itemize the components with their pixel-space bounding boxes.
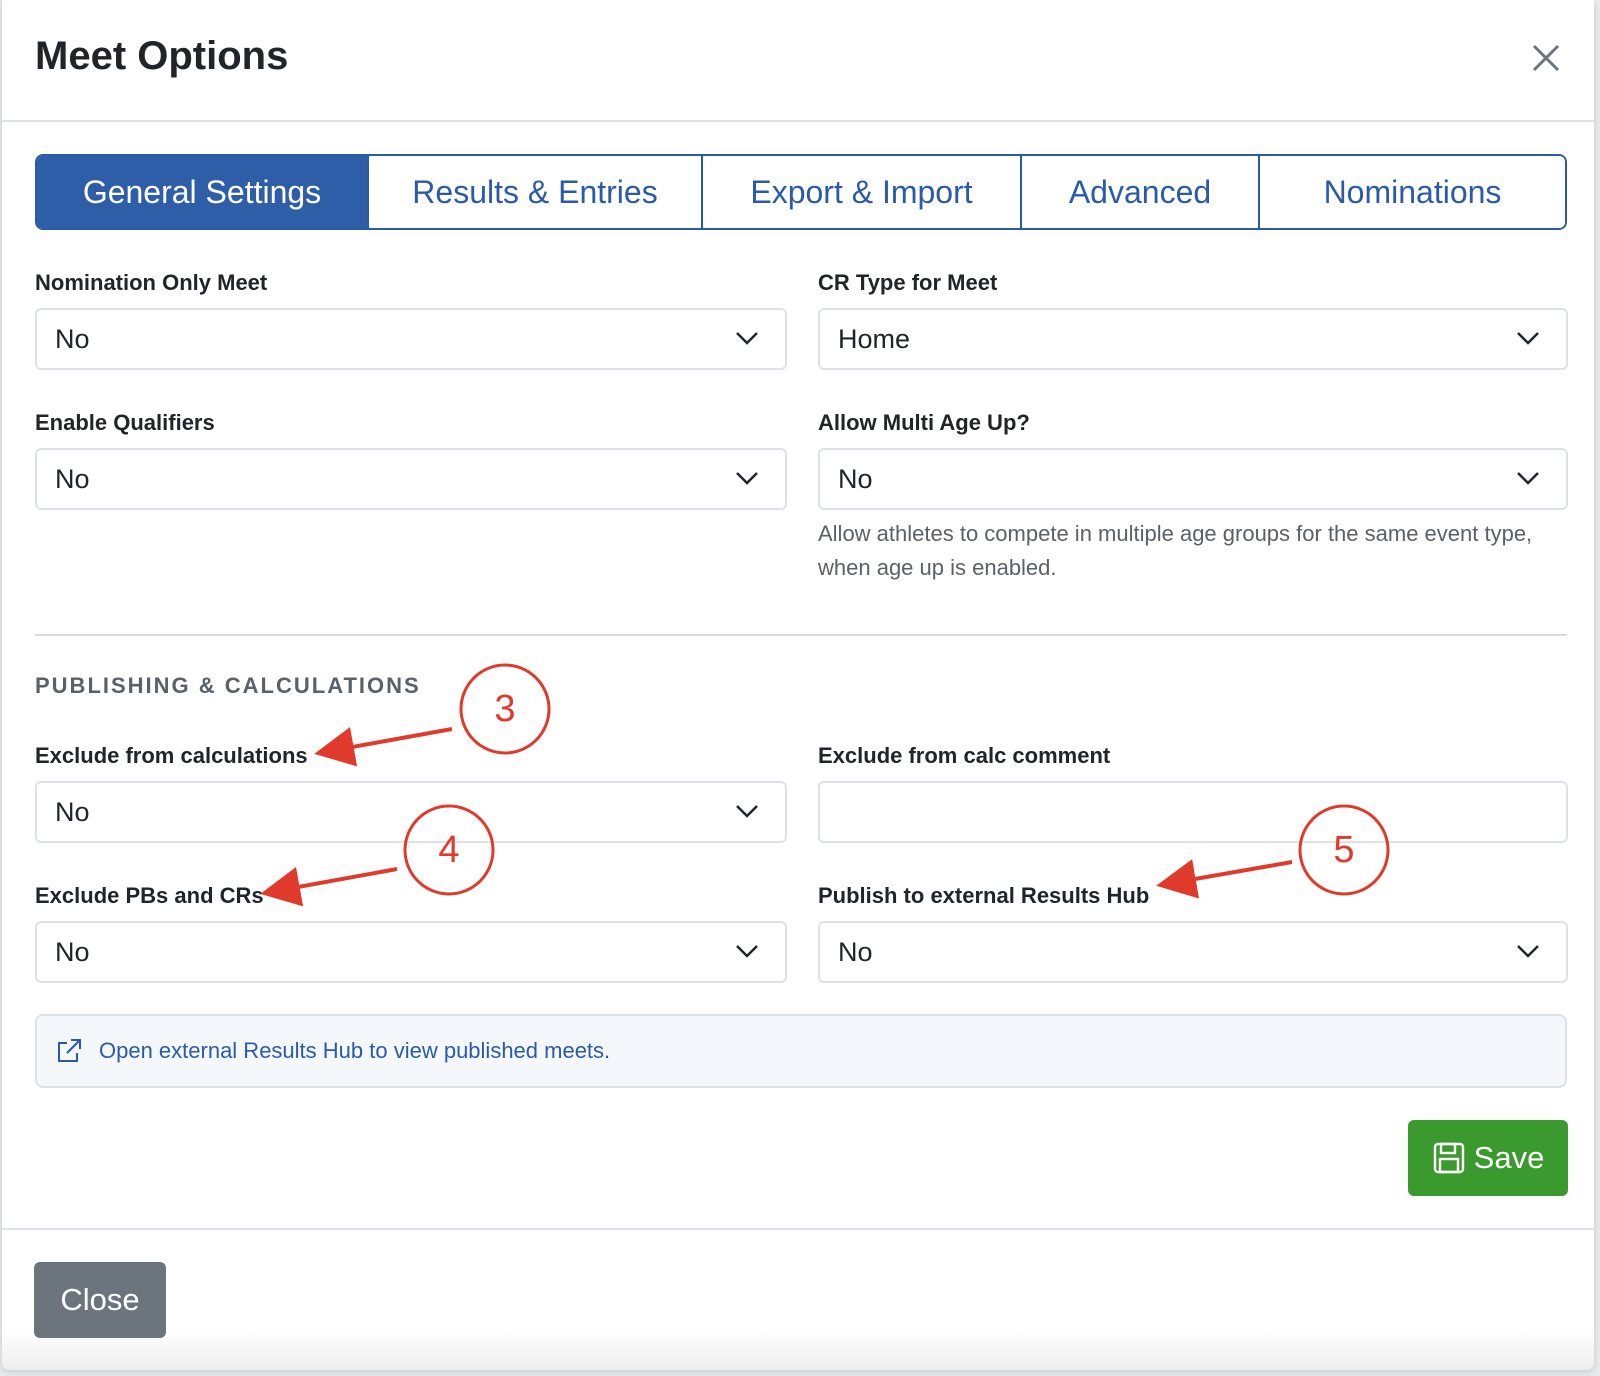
multi-age-up-help-text: Allow athletes to compete in multiple ag… [818,521,1533,580]
publish-results-hub-label: Publish to external Results Hub [818,883,1150,908]
select-value: No [838,936,873,967]
select-value: No [55,323,90,354]
exclude-calc-comment-label: Exclude from calc comment [818,743,1111,768]
exclude-calculations-select[interactable]: No [35,781,787,843]
select-value: Home [838,323,911,354]
exclude-calc-comment-input[interactable] [818,781,1568,843]
modal-footer: Close [2,1228,1594,1370]
exclude-pbs-crs-label: Exclude PBs and CRs [35,883,264,908]
external-link-icon [58,1039,81,1062]
select-value: No [838,463,873,494]
select-value: No [55,936,90,967]
publishing-section-title: PUBLISHING & CALCULATIONS [35,673,421,698]
results-hub-link[interactable]: Open external Results Hub to view publis… [99,1038,610,1064]
select-value: No [55,463,90,494]
results-hub-callout: Open external Results Hub to view publis… [35,1014,1567,1088]
exclude-pbs-crs-select[interactable]: No [35,921,787,983]
cr-type-select[interactable]: Home [818,308,1568,370]
close-icon[interactable] [1526,38,1566,78]
save-button-label: Save [1473,1140,1545,1175]
publish-results-hub-select[interactable]: No [818,921,1568,983]
chevron-down-icon [736,332,758,345]
nomination-only-meet-select[interactable]: No [35,308,787,370]
nomination-only-meet-label: Nomination Only Meet [35,270,268,295]
allow-multi-age-up-label: Allow Multi Age Up? [818,410,1030,435]
annotation-number-3: 3 [494,688,516,730]
select-value: No [55,796,90,827]
modal-title: Meet Options [35,34,289,78]
chevron-down-icon [1517,332,1539,345]
chevron-down-icon [1517,472,1539,485]
modal-header: Meet Options [2,0,1594,122]
tab-results-entries[interactable]: Results & Entries [369,156,703,228]
chevron-down-icon [736,472,758,485]
chevron-down-icon [736,805,758,818]
close-button[interactable]: Close [34,1262,166,1338]
floppy-disk-icon [1433,1142,1464,1174]
enable-qualifiers-label: Enable Qualifiers [35,410,215,435]
allow-multi-age-up-select[interactable]: No [818,448,1568,510]
section-divider [35,634,1567,636]
cr-type-label: CR Type for Meet [818,270,998,295]
exclude-calculations-label: Exclude from calculations [35,743,308,768]
enable-qualifiers-select[interactable]: No [35,448,787,510]
tab-export-import[interactable]: Export & Import [703,156,1022,228]
annotation-number-5: 5 [1333,829,1355,871]
chevron-down-icon [736,945,758,958]
tab-bar: General Settings Results & Entries Expor… [35,154,1567,230]
tab-advanced[interactable]: Advanced [1022,156,1260,228]
tab-general-settings[interactable]: General Settings [37,156,369,228]
tab-nominations[interactable]: Nominations [1260,156,1565,228]
chevron-down-icon [1517,945,1539,958]
meet-options-modal: Meet Options General Settings Results & … [2,0,1594,1370]
save-button[interactable]: Save [1408,1120,1568,1196]
annotation-number-4: 4 [438,829,460,871]
